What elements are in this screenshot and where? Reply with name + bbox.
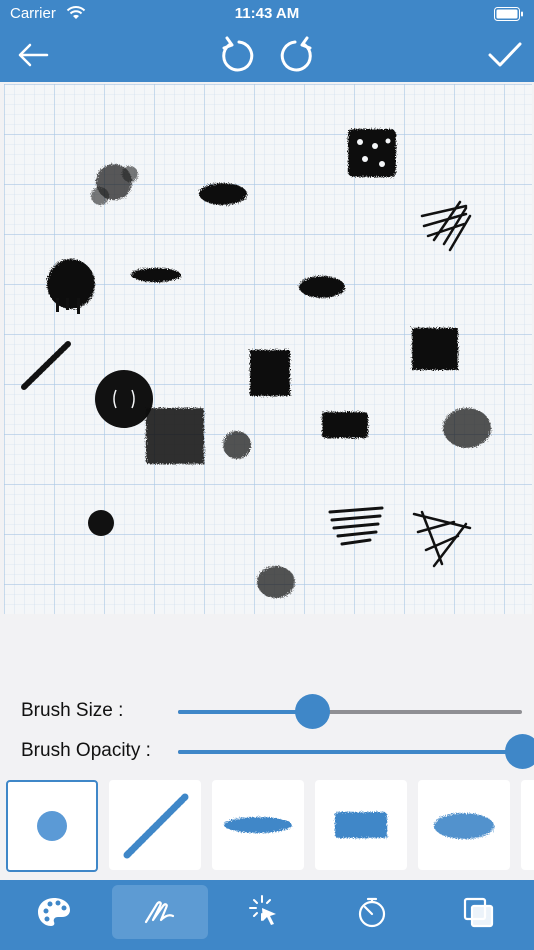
brush-airbrush[interactable] <box>418 780 510 870</box>
spray-bottom-mark <box>257 566 295 598</box>
tab-colors[interactable] <box>6 885 102 939</box>
tab-brush[interactable] <box>112 885 208 939</box>
brush-beads[interactable] <box>109 780 201 870</box>
airbrush-brush-icon <box>434 813 494 839</box>
brush-round[interactable] <box>6 780 98 872</box>
circle-mark <box>95 370 153 428</box>
brush-picker <box>0 779 534 875</box>
marker-mark <box>250 350 290 396</box>
arrow-left-icon <box>18 43 49 67</box>
redo-button[interactable] <box>271 28 325 82</box>
battery-icon <box>494 7 523 21</box>
rough-mark <box>199 183 247 205</box>
brush-rough-stroke[interactable] <box>315 780 407 870</box>
dot-mark <box>88 510 114 536</box>
slider-thumb[interactable] <box>505 734 534 769</box>
brush-opacity-label: Brush Opacity : <box>21 740 151 761</box>
undo-button[interactable] <box>209 28 263 82</box>
top-toolbar <box>0 28 534 82</box>
palette-icon <box>38 898 70 926</box>
beads-brush-icon <box>123 793 189 859</box>
select-icon <box>249 895 276 925</box>
tab-layers[interactable] <box>430 885 526 939</box>
spray-right-mark <box>443 408 491 448</box>
brush-icon <box>144 901 175 924</box>
round-brush-icon <box>37 811 67 841</box>
back-button[interactable] <box>6 28 60 82</box>
done-button[interactable] <box>478 28 532 82</box>
brush-spray-stroke[interactable] <box>212 780 304 870</box>
undo-icon <box>222 36 254 72</box>
canvas-drawing <box>4 84 532 614</box>
brush-size-slider[interactable] <box>178 694 522 729</box>
status-bar: Carrier 11:43 AM <box>0 0 534 28</box>
charcoal-mark <box>146 408 204 464</box>
checkmark-icon <box>488 42 522 67</box>
airbrush-mark <box>299 276 345 298</box>
slider-fill <box>178 710 313 714</box>
tab-select[interactable] <box>218 885 314 939</box>
brush-opacity-slider[interactable] <box>178 734 534 769</box>
spray-stroke-mark <box>131 268 181 282</box>
clock: 11:43 AM <box>234 5 300 22</box>
redo-icon <box>280 36 312 72</box>
rough-square-mark <box>412 328 458 370</box>
marker-bar-mark <box>322 412 368 438</box>
layers-icon <box>463 897 494 928</box>
rough-stroke-brush-icon <box>335 812 387 838</box>
brush-size-label: Brush Size : <box>21 700 124 721</box>
brush-more[interactable] <box>521 780 534 870</box>
texture-square-mark <box>348 129 396 177</box>
bottom-tab-bar <box>0 880 534 950</box>
timer-icon <box>358 897 386 928</box>
brush-controls: Brush Size : Brush Opacity : <box>0 614 534 778</box>
slider-fill <box>178 750 522 754</box>
spray-stroke-brush-icon <box>224 817 292 833</box>
dots-mark <box>223 431 251 459</box>
slider-thumb[interactable] <box>295 694 331 729</box>
drawing-canvas[interactable] <box>4 84 532 614</box>
tab-timer[interactable] <box>324 885 420 939</box>
